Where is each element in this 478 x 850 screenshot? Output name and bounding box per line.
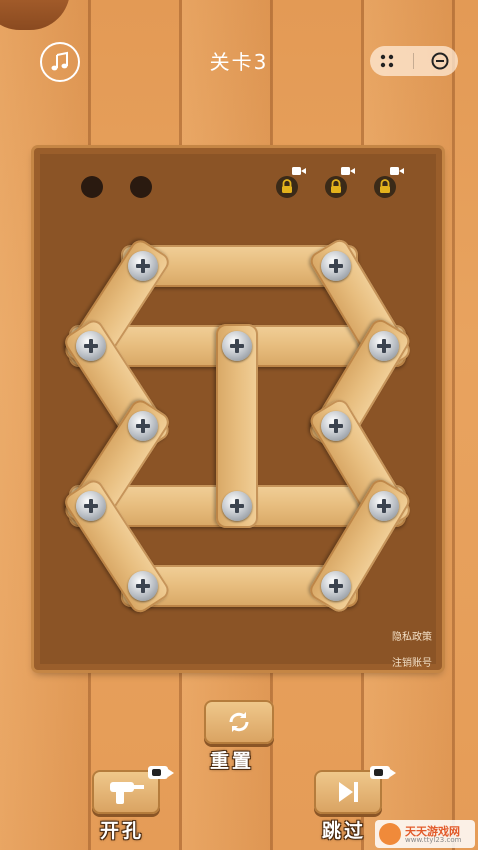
locked-slot[interactable] xyxy=(276,176,298,198)
screw[interactable] xyxy=(128,251,158,281)
skip-label: 跳过 xyxy=(322,820,367,842)
padlock-icon xyxy=(331,179,341,193)
screw[interactable] xyxy=(321,251,351,281)
privacy-policy-link[interactable]: 隐私政策 xyxy=(392,628,432,643)
locked-slot[interactable] xyxy=(325,176,347,198)
drill-icon xyxy=(110,782,144,804)
screw[interactable] xyxy=(76,491,106,521)
game-board: 隐私政策 注销账号 xyxy=(34,148,442,670)
reset-label: 重置 xyxy=(210,750,255,772)
screw[interactable] xyxy=(222,331,252,361)
screw[interactable] xyxy=(369,491,399,521)
screw[interactable] xyxy=(128,411,158,441)
video-camera-icon xyxy=(370,766,396,779)
more-dots-icon[interactable] xyxy=(378,54,398,68)
screw[interactable] xyxy=(321,571,351,601)
screw[interactable] xyxy=(222,491,252,521)
video-camera-icon xyxy=(341,167,355,175)
empty-hole[interactable] xyxy=(130,176,152,198)
capsule-divider xyxy=(413,53,415,69)
site-watermark: 天天游戏网 www.ttyl23.com xyxy=(375,820,475,848)
empty-hole[interactable] xyxy=(81,176,103,198)
reset-button[interactable] xyxy=(204,700,274,744)
screw[interactable] xyxy=(76,331,106,361)
screw[interactable] xyxy=(321,411,351,441)
screw[interactable] xyxy=(369,331,399,361)
screw[interactable] xyxy=(128,571,158,601)
skip-next-icon xyxy=(339,782,358,802)
minimize-circle-icon[interactable] xyxy=(430,51,450,71)
mini-program-capsule xyxy=(370,46,458,76)
video-camera-icon xyxy=(148,766,174,779)
video-camera-icon xyxy=(292,167,306,175)
padlock-icon xyxy=(380,179,390,193)
drill-label: 开孔 xyxy=(100,820,145,842)
watermark-logo-icon xyxy=(379,823,401,845)
refresh-icon xyxy=(229,712,249,732)
cancel-account-link[interactable]: 注销账号 xyxy=(392,654,432,669)
padlock-icon xyxy=(282,179,292,193)
video-camera-icon xyxy=(390,167,404,175)
locked-slot[interactable] xyxy=(374,176,396,198)
watermark-url: www.ttyl23.com xyxy=(405,836,462,844)
